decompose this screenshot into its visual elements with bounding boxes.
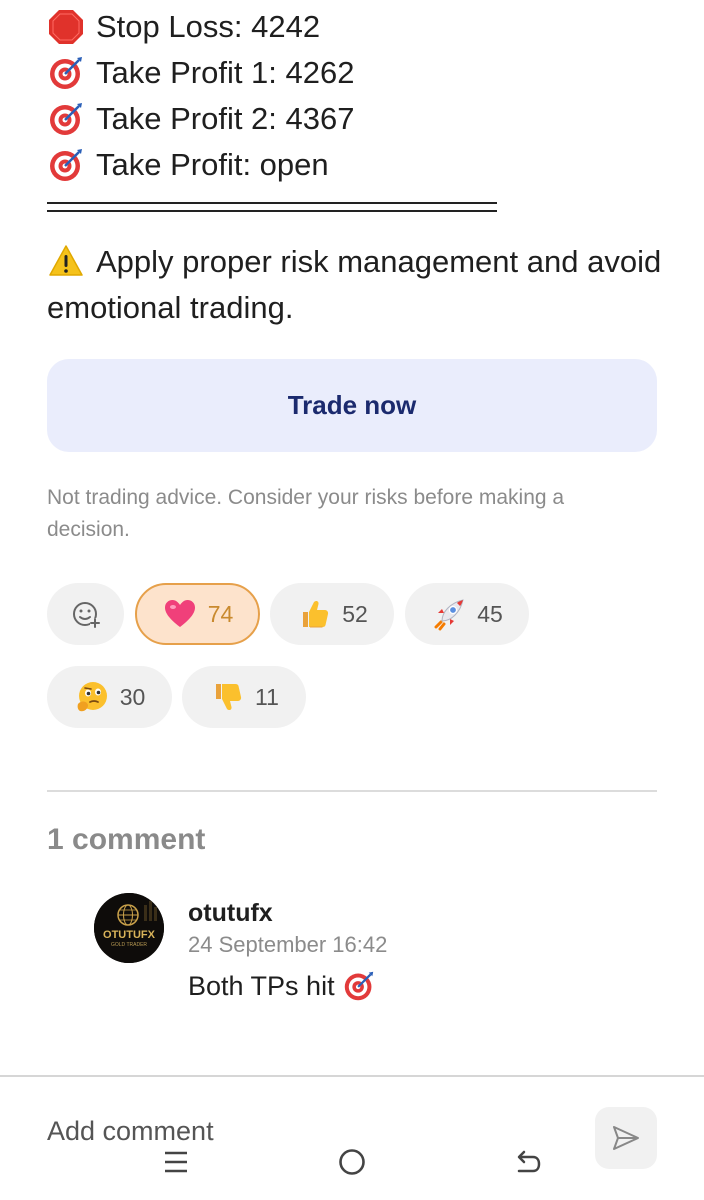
rocket-icon xyxy=(431,596,467,632)
take-profit-open-line: Take Profit: open xyxy=(47,142,329,188)
add-reaction-button[interactable] xyxy=(47,583,124,645)
warning-icon xyxy=(47,242,85,280)
take-profit-2-text: Take Profit 2: 4367 xyxy=(96,101,355,136)
disclaimer-text: Not trading advice. Consider your risks … xyxy=(47,486,565,541)
take-profit-1-text: Take Profit 1: 4262 xyxy=(96,55,355,90)
comment-author[interactable]: otutufx xyxy=(188,899,273,928)
avatar[interactable]: OTUTUFX GOLD TRADER xyxy=(94,893,164,963)
stop-sign-icon xyxy=(47,8,85,46)
stop-loss-text: Stop Loss: 4242 xyxy=(96,9,321,44)
reaction-count: 52 xyxy=(342,600,368,627)
send-icon xyxy=(611,1123,641,1153)
comment-date: 24 September 16:42 xyxy=(188,932,388,957)
home-button[interactable] xyxy=(335,1145,369,1179)
add-reaction-icon xyxy=(68,596,104,632)
comments-count-title: 1 comment xyxy=(47,823,206,856)
reaction-thumbs-up[interactable]: 52 xyxy=(270,583,394,645)
send-button[interactable] xyxy=(595,1107,657,1169)
risk-warning-text: Apply proper risk management and avoid e… xyxy=(47,244,662,325)
reaction-thinking[interactable]: 30 xyxy=(47,666,172,728)
heart-icon xyxy=(162,596,198,632)
thumbs-down-icon xyxy=(209,679,245,715)
comment-text-body: Both TPs hit xyxy=(188,970,335,1001)
reaction-rocket[interactable]: 45 xyxy=(405,583,529,645)
back-arrow-icon xyxy=(513,1147,543,1177)
take-profit-open-text: Take Profit: open xyxy=(96,147,329,182)
reaction-thumbs-down[interactable]: 11 xyxy=(182,666,306,728)
target-icon xyxy=(343,970,375,1002)
add-comment-input[interactable]: Add comment xyxy=(47,1116,214,1147)
thumbs-up-icon xyxy=(296,596,332,632)
back-button[interactable] xyxy=(511,1145,545,1179)
home-circle-icon xyxy=(337,1147,367,1177)
reaction-count: 45 xyxy=(477,600,503,627)
reaction-count: 74 xyxy=(207,600,234,627)
menu-icon xyxy=(162,1147,190,1177)
avatar-logo-subtext: GOLD TRADER xyxy=(111,942,147,948)
avatar-logo-text: OTUTUFX xyxy=(103,929,156,941)
recent-apps-button[interactable] xyxy=(159,1145,193,1179)
thinking-face-icon xyxy=(74,679,110,715)
reaction-count: 30 xyxy=(119,683,146,710)
composer-divider xyxy=(0,1075,704,1077)
trade-now-button[interactable]: Trade now xyxy=(47,359,657,452)
target-icon xyxy=(47,54,85,92)
risk-warning: Apply proper risk management and avoid e… xyxy=(47,239,667,331)
text-divider xyxy=(47,202,497,212)
take-profit-2-line: Take Profit 2: 4367 xyxy=(47,96,355,142)
take-profit-1-line: Take Profit 1: 4262 xyxy=(47,50,355,96)
target-icon xyxy=(47,100,85,138)
section-divider xyxy=(47,790,657,792)
reaction-count: 11 xyxy=(255,683,279,710)
comment-text: Both TPs hit xyxy=(188,970,375,1002)
target-icon xyxy=(47,146,85,184)
reaction-heart[interactable]: 74 xyxy=(135,583,260,645)
stop-loss-line: Stop Loss: 4242 xyxy=(47,4,320,50)
